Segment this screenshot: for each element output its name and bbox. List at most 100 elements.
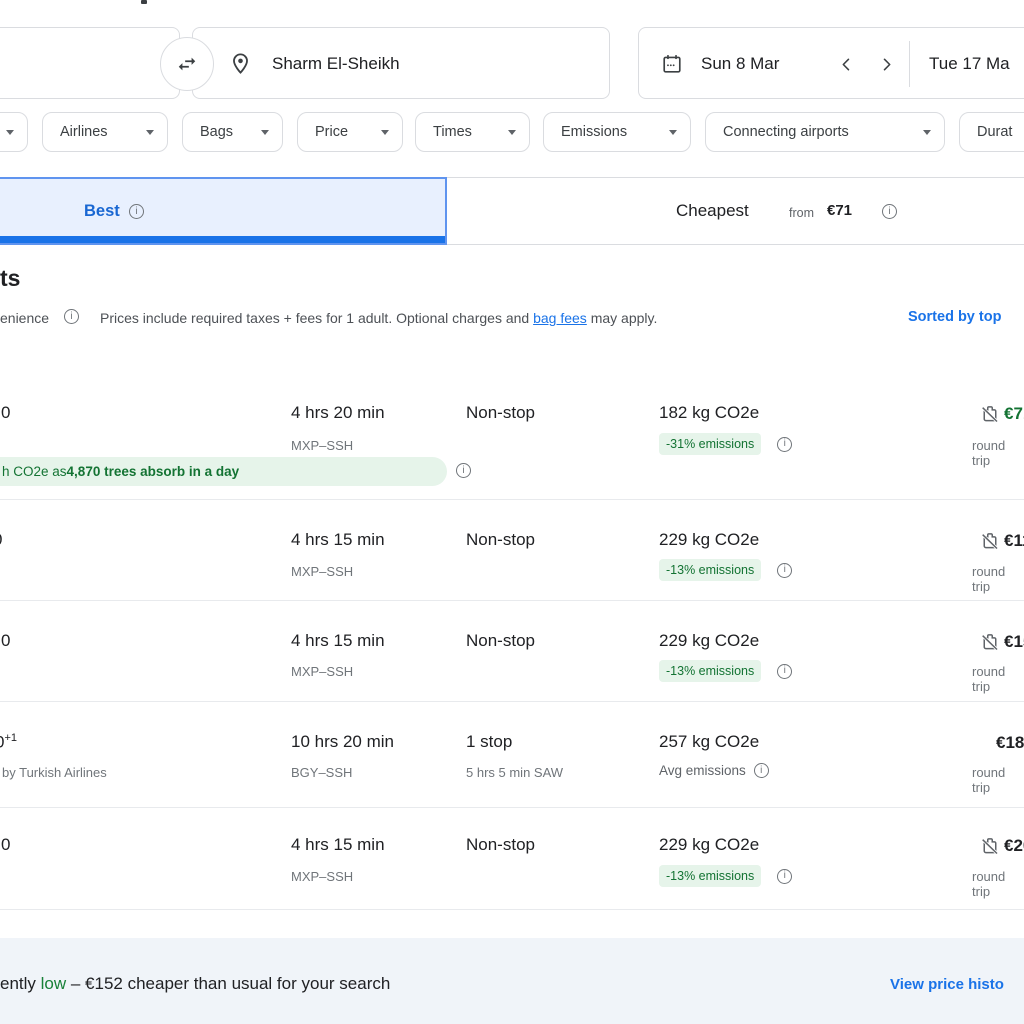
departure-time-fragment: 0+1 — [0, 732, 17, 753]
flight-route: MXP–SSH — [291, 564, 353, 579]
filter-chip-cut[interactable] — [0, 112, 28, 152]
filter-chip-duration[interactable]: Durat — [959, 112, 1024, 152]
departure-time-fragment: 0 — [1, 631, 10, 651]
departure-time-fragment: 0 — [1, 835, 10, 855]
info-icon[interactable]: i — [882, 204, 897, 219]
caret-down-icon — [6, 130, 14, 135]
flight-row[interactable]: 0 4 hrs 15 min MXP–SSH Non-stop 229 kg C… — [0, 601, 1024, 702]
info-icon[interactable]: i — [754, 763, 769, 778]
chip-label: Connecting airports — [723, 124, 849, 140]
google-flights-results-page: Sharm El-Sheikh Sun 8 Mar Tue 17 Ma Airl… — [0, 0, 1024, 1024]
departure-time-fragment: 0 — [0, 530, 2, 550]
chip-label: Emissions — [561, 124, 627, 140]
price-line: €184 — [996, 733, 1024, 753]
flight-row[interactable]: 0+1 by Turkish Airlines 10 hrs 20 min BG… — [0, 702, 1024, 808]
flight-row[interactable]: 0 4 hrs 15 min MXP–SSH Non-stop 229 kg C… — [0, 808, 1024, 910]
no-carry-on-bag-icon — [980, 836, 1000, 856]
flight-co2: 257 kg CO2e — [659, 732, 759, 752]
layover-info: 5 hrs 5 min SAW — [466, 765, 563, 780]
destination-field[interactable]: Sharm El-Sheikh — [192, 27, 610, 99]
caret-down-icon — [669, 130, 677, 135]
swap-horizontal-icon — [176, 53, 198, 75]
emissions-text: Avg emissions — [659, 763, 746, 778]
swap-button[interactable] — [160, 37, 214, 91]
flight-co2: 229 kg CO2e — [659, 530, 759, 550]
departure-time-fragment: 0 — [1, 403, 10, 423]
info-icon[interactable]: i — [777, 563, 792, 578]
sort-link[interactable]: Sorted by top — [908, 309, 1001, 325]
flight-stops: Non-stop — [466, 530, 535, 550]
tab-cheapest-from-label: from — [789, 206, 814, 220]
insight-rest: – €152 cheaper than usual for your searc… — [66, 974, 390, 993]
info-icon[interactable]: i — [129, 204, 144, 219]
emissions-line: -13% emissions i — [659, 559, 792, 581]
filter-chip-bags[interactable]: Bags — [182, 112, 283, 152]
flight-stops: Non-stop — [466, 403, 535, 423]
filter-chip-price[interactable]: Price — [297, 112, 403, 152]
chevron-right-icon[interactable] — [877, 55, 896, 74]
departure-date-value: Sun 8 Mar — [701, 54, 779, 74]
dates-field[interactable]: Sun 8 Mar Tue 17 Ma — [638, 27, 1024, 99]
info-icon[interactable]: i — [777, 437, 792, 452]
no-carry-on-bag-icon — [980, 404, 1000, 424]
tab-cheapest-price: €71 — [827, 202, 852, 219]
filter-chip-times[interactable]: Times — [415, 112, 530, 152]
results-title-fragment: ts — [0, 265, 20, 292]
tab-best-label: Best — [84, 202, 120, 221]
caret-down-icon — [508, 130, 516, 135]
flight-duration: 4 hrs 20 min — [291, 403, 385, 423]
emissions-badge: -13% emissions — [659, 865, 761, 887]
info-icon[interactable]: i — [777, 869, 792, 884]
emissions-line: Avg emissions i — [659, 763, 769, 778]
eco-note-fragment: h CO2e as — [2, 464, 67, 479]
flight-route: MXP–SSH — [291, 869, 353, 884]
price-line: €111 — [980, 531, 1024, 551]
origin-field[interactable] — [0, 27, 180, 99]
caret-down-icon — [146, 130, 154, 135]
insight-fragment: ently — [0, 974, 41, 993]
flight-route: BGY–SSH — [291, 765, 352, 780]
bag-fees-link[interactable]: bag fees — [533, 310, 587, 326]
info-icon[interactable]: i — [456, 463, 471, 478]
tab-best-active-bar — [0, 236, 445, 243]
destination-value: Sharm El-Sheikh — [272, 54, 400, 74]
price-insight-text: ently low – €152 cheaper than usual for … — [0, 974, 390, 994]
price-line: €153 — [980, 632, 1024, 652]
emissions-line: -13% emissions i — [659, 865, 792, 887]
view-price-history-link[interactable]: View price histo — [890, 976, 1004, 993]
eco-note-bold: 4,870 trees absorb in a day — [67, 464, 240, 479]
info-icon[interactable]: i — [777, 664, 792, 679]
flight-route: MXP–SSH — [291, 438, 353, 453]
filter-chip-connecting-airports[interactable]: Connecting airports — [705, 112, 945, 152]
tab-cheapest-label: Cheapest — [676, 201, 749, 221]
flight-row[interactable]: 0 4 hrs 20 min MXP–SSH Non-stop 182 kg C… — [0, 378, 1024, 500]
flight-duration: 4 hrs 15 min — [291, 530, 385, 550]
flight-row[interactable]: 0 4 hrs 15 min MXP–SSH Non-stop 229 kg C… — [0, 500, 1024, 601]
trip-type: round trip — [972, 765, 1024, 795]
emissions-badge: -13% emissions — [659, 559, 761, 581]
tab-best[interactable] — [0, 177, 447, 245]
flight-co2: 182 kg CO2e — [659, 403, 759, 423]
flight-stops: 1 stop — [466, 732, 512, 752]
flight-duration: 10 hrs 20 min — [291, 732, 394, 752]
no-carry-on-bag-icon — [980, 632, 1000, 652]
trip-type: round trip — [972, 869, 1024, 899]
trip-type: round trip — [972, 564, 1024, 594]
ranking-note-fragment: enience — [0, 310, 49, 326]
filter-chip-emissions[interactable]: Emissions — [543, 112, 691, 152]
chip-label: Bags — [200, 124, 233, 140]
flight-duration: 4 hrs 15 min — [291, 631, 385, 651]
airline-note-fragment: by Turkish Airlines — [2, 765, 107, 780]
flight-co2: 229 kg CO2e — [659, 835, 759, 855]
info-icon[interactable]: i — [64, 309, 79, 324]
flight-stops: Non-stop — [466, 835, 535, 855]
caret-down-icon — [381, 130, 389, 135]
flight-duration: 4 hrs 15 min — [291, 835, 385, 855]
date-field-divider — [909, 41, 910, 87]
chip-label: Times — [433, 124, 472, 140]
filter-chip-airlines[interactable]: Airlines — [42, 112, 168, 152]
price-disclaimer: Prices include required taxes + fees for… — [100, 310, 657, 326]
chevron-left-icon[interactable] — [837, 55, 856, 74]
cut-off-text-fragment — [141, 0, 147, 4]
eco-note-banner: h CO2e as 4,870 trees absorb in a day — [0, 457, 447, 486]
